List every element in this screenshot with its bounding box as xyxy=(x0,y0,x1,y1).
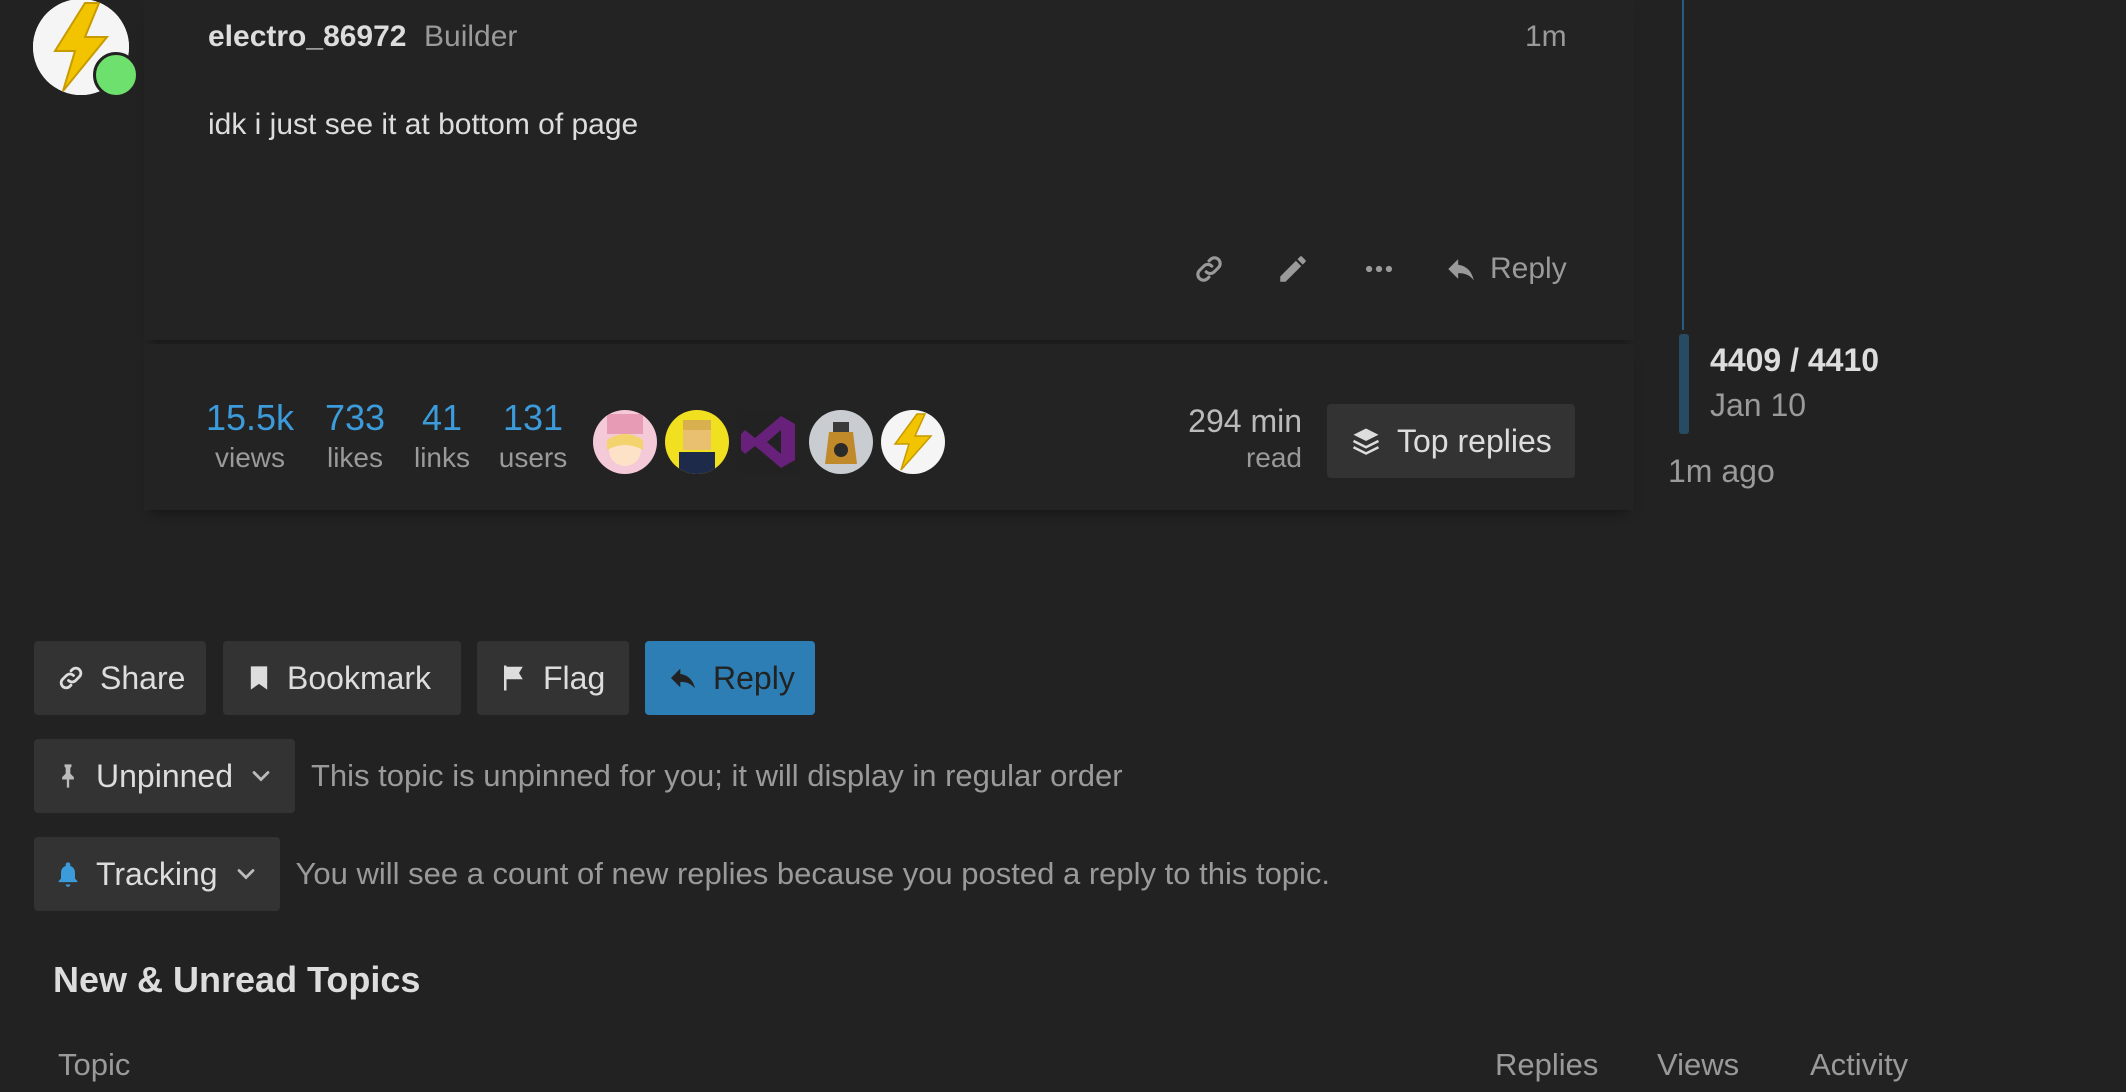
likes-count: 733 xyxy=(324,397,386,438)
views-count: 15.5k xyxy=(205,397,295,438)
bookmark-button[interactable]: Bookmark xyxy=(223,641,461,715)
users-count: 131 xyxy=(502,397,564,438)
timeline-position: 4409 / 4410 xyxy=(1710,342,1880,378)
column-header-topic[interactable]: Topic xyxy=(58,1047,130,1083)
unpinned-label: Unpinned xyxy=(96,757,233,794)
column-header-views[interactable]: Views xyxy=(1657,1047,1739,1083)
bookmark-icon xyxy=(250,666,268,690)
unpinned-dropdown[interactable]: Unpinned xyxy=(34,739,295,813)
tracking-label: Tracking xyxy=(96,855,218,892)
flag-label: Flag xyxy=(543,659,606,696)
post-timestamp[interactable]: 1m xyxy=(1525,20,1567,54)
participant-avatar[interactable] xyxy=(809,410,873,474)
post-reply-button[interactable]: Reply xyxy=(1444,244,1574,294)
views-stat[interactable]: 15.5k views xyxy=(204,400,296,474)
likes-stat[interactable]: 733 likes xyxy=(320,400,390,474)
links-label: links xyxy=(413,442,470,473)
flag-icon xyxy=(504,665,523,691)
tracking-status-text: You will see a count of new replies beca… xyxy=(295,856,1331,891)
timeline-track[interactable] xyxy=(1682,0,1684,330)
bookmark-label: Bookmark xyxy=(287,659,432,696)
views-label: views xyxy=(214,442,285,473)
reply-button[interactable]: Reply xyxy=(645,641,815,715)
link-icon xyxy=(1196,256,1222,282)
pencil-icon xyxy=(1280,256,1306,282)
thumbtack-icon xyxy=(62,764,74,788)
tracking-status-row: Tracking You will see a count of new rep… xyxy=(34,837,1330,911)
links-count: 41 xyxy=(421,397,463,438)
share-button[interactable]: Share xyxy=(34,641,206,715)
reply-label: Reply xyxy=(713,659,795,696)
read-time-value: 294 min xyxy=(1188,403,1302,439)
users-label: users xyxy=(498,442,568,473)
post-username[interactable]: electro_86972 xyxy=(208,20,407,54)
likes-label: likes xyxy=(326,442,383,473)
participant-avatar[interactable] xyxy=(665,410,729,474)
bell-icon xyxy=(58,862,78,887)
edit-post-button[interactable] xyxy=(1268,244,1318,294)
share-label: Share xyxy=(100,659,186,696)
post-reply-label: Reply xyxy=(1490,252,1567,285)
timeline-handle[interactable] xyxy=(1679,334,1689,434)
ellipsis-icon xyxy=(1365,265,1393,273)
reply-arrow-icon xyxy=(1448,259,1474,281)
chevron-down-icon xyxy=(237,869,254,880)
participant-avatar[interactable] xyxy=(881,410,945,474)
read-time-label: read xyxy=(1245,442,1302,473)
column-header-replies[interactable]: Replies xyxy=(1495,1047,1598,1083)
reply-arrow-icon xyxy=(671,668,695,689)
top-replies-button[interactable]: Top replies xyxy=(1327,404,1575,478)
pin-status-row: Unpinned This topic is unpinned for you;… xyxy=(34,739,1123,813)
link-icon xyxy=(59,666,83,690)
links-stat[interactable]: 41 links xyxy=(410,400,474,474)
timeline-date: Jan 10 xyxy=(1710,387,1807,423)
column-header-activity[interactable]: Activity xyxy=(1810,1047,1908,1083)
read-time: 294 min read xyxy=(1180,403,1302,474)
flag-button[interactable]: Flag xyxy=(477,641,629,715)
more-actions-button[interactable] xyxy=(1354,244,1404,294)
top-replies-label: Top replies xyxy=(1397,422,1552,459)
post-body: idk i just see it at bottom of page xyxy=(208,108,639,141)
chevron-down-icon xyxy=(252,771,270,782)
participant-avatar[interactable] xyxy=(593,410,657,474)
timeline-last-activity[interactable]: 1m ago xyxy=(1668,453,1775,490)
online-status-indicator xyxy=(93,52,139,98)
pin-status-text: This topic is unpinned for you; it will … xyxy=(311,758,1123,793)
tracking-dropdown[interactable]: Tracking xyxy=(34,837,280,911)
participant-avatar[interactable] xyxy=(737,410,801,474)
layers-icon xyxy=(1352,428,1380,455)
users-stat[interactable]: 131 users xyxy=(496,400,570,474)
post-user-title: Builder xyxy=(424,20,518,53)
suggested-topics-title: New & Unread Topics xyxy=(53,959,421,1000)
copy-link-button[interactable] xyxy=(1184,244,1234,294)
